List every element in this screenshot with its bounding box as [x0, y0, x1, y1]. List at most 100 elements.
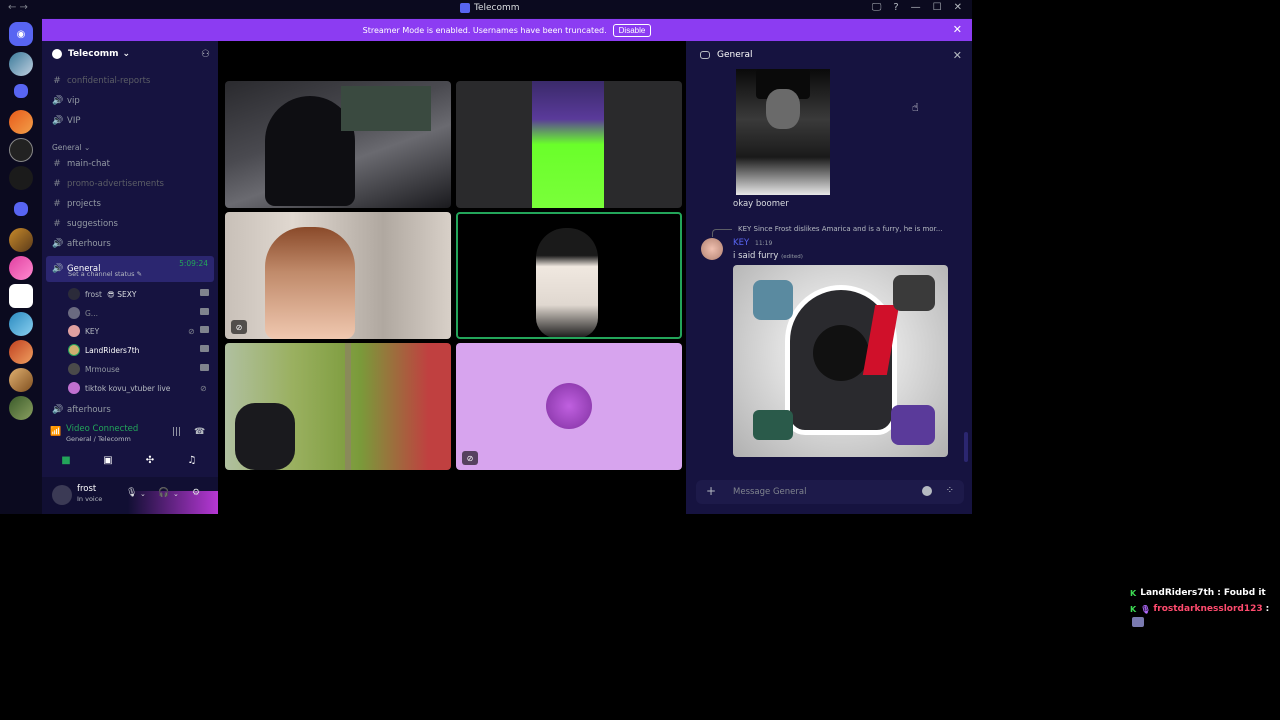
banner-text: Streamer Mode is enabled. Usernames have… [362, 25, 607, 35]
voice-user-landriders7th[interactable]: LandRiders7th [68, 344, 209, 356]
avatar [68, 325, 80, 337]
platform-icon: K [1130, 588, 1137, 598]
video-tile[interactable] [456, 81, 682, 208]
message-text: i said furry (edited) [733, 251, 803, 261]
channel-sidebar: Telecomm ⌄ ⚇ # confidential-reports 🔊 vi… [42, 41, 218, 514]
voice-user-tiktok-kovu[interactable]: tiktok kovu_vtuber live ⊘ [68, 382, 207, 394]
avatar[interactable] [52, 485, 72, 505]
image-detail [813, 325, 869, 381]
voice-status-title[interactable]: Video Connected [66, 424, 138, 434]
server-icon[interactable] [9, 138, 33, 162]
image-attachment[interactable] [733, 265, 948, 457]
emoji-icon[interactable] [922, 486, 932, 496]
video-tile[interactable] [225, 81, 451, 208]
audio-tile[interactable]: ⊘ [456, 343, 682, 470]
voice-user-frost[interactable]: frost 😎 SEXY [68, 288, 209, 300]
screen-share-button[interactable]: ▣ [88, 451, 128, 469]
server-icon[interactable] [9, 368, 33, 392]
channel-confidential-reports[interactable]: # confidential-reports [52, 76, 150, 86]
channel-vip-voice[interactable]: 🔊 VIP [52, 116, 80, 126]
inbox-icon[interactable]: 🖵 [872, 2, 882, 13]
voice-status-sub: General / Telecomm [66, 435, 131, 443]
server-icon[interactable] [9, 396, 33, 420]
video-tile-speaking[interactable] [456, 212, 682, 339]
soundboard-button[interactable]: ♫ [172, 451, 212, 469]
channel-status-hint[interactable]: Set a channel status ✎ [68, 270, 142, 278]
category-general[interactable]: General ⌄ [52, 143, 90, 152]
chat-scrollbar[interactable] [964, 432, 968, 462]
channel-projects[interactable]: # projects [52, 199, 101, 209]
voice-user-name: Mrmouse [85, 364, 120, 374]
channel-suggestions[interactable]: # suggestions [52, 219, 118, 229]
channel-vip[interactable]: 🔊 vip [52, 96, 80, 106]
folder-icon[interactable] [14, 202, 28, 216]
nav-arrows[interactable]: ← → [8, 2, 28, 13]
add-friend-icon[interactable]: ⚇ [201, 49, 210, 60]
reply-preview[interactable]: KEY Since Frost dislikes Amarica and is … [738, 225, 943, 233]
chevron-down-icon[interactable]: ⌄ [140, 490, 146, 498]
video-feed [532, 81, 604, 208]
camera-button[interactable]: ■ [46, 451, 86, 469]
server-icon[interactable] [9, 284, 33, 308]
voice-user-mrmouse[interactable]: Mrmouse [68, 363, 209, 375]
chevron-down-icon[interactable]: ⌄ [173, 490, 179, 498]
server-icon[interactable] [9, 228, 33, 252]
hash-icon: # [53, 159, 61, 169]
video-icon: ■ [61, 454, 71, 466]
voice-timer: 5:09:24 [179, 259, 208, 268]
maximize-button[interactable]: ☐ [933, 2, 942, 13]
channel-general-voice[interactable]: 🔊 General 5:09:24 Set a channel status ✎ [46, 256, 214, 282]
message-composer[interactable]: + Message General ⁘ [696, 480, 964, 504]
home-button[interactable]: ◉ [9, 22, 33, 46]
stream-chat-overlay: K LandRiders7th : Foubd it K 🎙 frostdark… [1130, 588, 1280, 627]
video-feed [536, 228, 598, 337]
guild-name: Telecomm [68, 49, 119, 59]
overlay-message: K LandRiders7th : Foubd it [1130, 588, 1280, 598]
server-icon[interactable] [9, 256, 33, 280]
folder-icon[interactable] [14, 84, 28, 98]
apps-icon[interactable]: ⁘ [946, 485, 954, 496]
video-feed [265, 227, 355, 339]
avatar[interactable] [701, 238, 723, 260]
help-icon[interactable]: ? [893, 2, 898, 13]
user-name[interactable]: frost [77, 484, 96, 494]
channel-promo-advertisements[interactable]: # promo-advertisements [52, 179, 164, 189]
video-tile[interactable] [225, 343, 451, 470]
guild-header[interactable]: Telecomm ⌄ ⚇ [42, 41, 218, 67]
channel-main-chat[interactable]: # main-chat [52, 159, 110, 169]
signal-icon[interactable]: 📶 [50, 427, 61, 437]
plus-icon[interactable]: + [706, 484, 716, 498]
channel-afterhours-2[interactable]: 🔊 afterhours [52, 405, 111, 415]
microphone-icon[interactable]: 🎙 [126, 488, 137, 498]
server-icon[interactable] [9, 340, 33, 364]
disable-streamer-mode-button[interactable]: Disable [612, 23, 652, 37]
server-icon[interactable] [9, 52, 33, 76]
channel-afterhours[interactable]: 🔊 afterhours [52, 239, 111, 249]
noise-suppression-icon[interactable]: ||| [172, 427, 181, 437]
close-window-button[interactable]: ✕ [954, 2, 962, 13]
platform-icon: K [1130, 604, 1137, 614]
video-tile[interactable]: ⊘ [225, 212, 451, 339]
server-icon[interactable] [9, 110, 33, 134]
image-attachment[interactable] [736, 69, 830, 195]
voice-user-g[interactable]: G... [68, 307, 209, 319]
activities-button[interactable]: ✣ [130, 451, 170, 469]
close-icon[interactable]: ✕ [953, 23, 962, 36]
microphone-icon: 🎙 [1140, 604, 1151, 614]
streamer-mode-banner: Streamer Mode is enabled. Usernames have… [42, 19, 972, 41]
server-icon[interactable] [9, 166, 33, 190]
headphones-icon[interactable]: 🎧 [158, 488, 169, 498]
close-icon[interactable]: ✕ [953, 49, 962, 62]
server-icon[interactable] [9, 312, 33, 336]
message-author[interactable]: KEY [733, 238, 749, 248]
voice-user-name: LandRiders7th [85, 345, 140, 355]
message-input[interactable]: Message General [733, 487, 806, 497]
minimize-button[interactable]: — [911, 2, 921, 13]
voice-user-key[interactable]: KEY ⊘ [68, 325, 209, 337]
gear-icon[interactable]: ⚙ [192, 488, 200, 498]
voice-user-name: tiktok kovu_vtuber live [85, 383, 171, 393]
server-list: ◉ [0, 18, 42, 514]
chevron-down-icon: ⌄ [122, 49, 131, 59]
disconnect-icon[interactable]: ☎ [194, 427, 205, 437]
title-bar: ← → Telecomm 🖵 ? — ☐ ✕ [0, 0, 972, 18]
